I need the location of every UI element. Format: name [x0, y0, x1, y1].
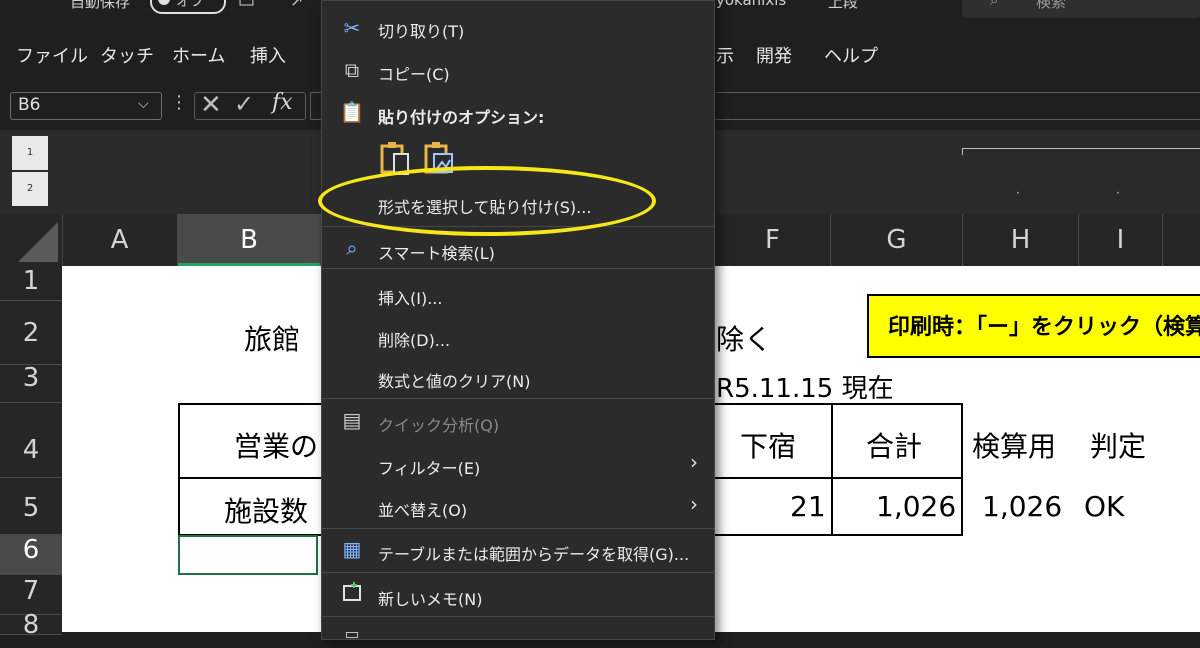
table-border [178, 477, 321, 479]
cancel-icon[interactable]: ✕ [200, 90, 222, 120]
clipboard-icon: 📋 [339, 100, 365, 124]
cell-date-note: R5.11.15 現在 [716, 374, 894, 404]
row-header-2[interactable]: 2 [0, 301, 62, 365]
outline-level-2-button[interactable]: 2 [12, 172, 48, 206]
scissors-icon: ✂ [343, 16, 361, 40]
copy-icon: ⧉ [344, 58, 360, 82]
cell-header-shimojuku: 下宿 [740, 430, 797, 463]
menu-item-clear-contents[interactable]: 数式と値のクリア(N) [378, 368, 530, 392]
row-header-8[interactable]: 8 [0, 612, 62, 638]
outline-group-line [962, 148, 1200, 149]
cell-title-right: 除く [716, 323, 773, 356]
menu-item-smart-lookup[interactable]: スマート検索(L) [378, 240, 495, 264]
table-border [961, 403, 963, 536]
chevron-right-icon: › [690, 450, 698, 474]
tab-developer[interactable]: 開発 [756, 42, 792, 68]
menu-item-cut[interactable]: 切り取り(T) [378, 18, 464, 42]
tab-help[interactable]: ヘルプ [824, 42, 878, 68]
autosave-label: 自動保存 [70, 0, 131, 11]
search-placeholder: 検索 [1036, 0, 1067, 11]
tab-touch[interactable]: タッチ [100, 42, 154, 68]
autosave-state: オフ [176, 0, 204, 10]
tab-file[interactable]: ファイル [16, 42, 88, 68]
table-icon: ▦ [342, 537, 362, 561]
quick-analysis-icon: ▤ [342, 408, 362, 432]
cell-header-judge: 判定 [1090, 430, 1147, 463]
menu-separator [322, 616, 714, 617]
more-options-icon[interactable]: ⋮ [170, 92, 188, 113]
smart-lookup-icon: ⌕ [346, 236, 358, 260]
menu-item-sort[interactable]: 並べ替え(O) [378, 497, 467, 521]
check-icon[interactable]: ✓ [234, 90, 254, 118]
cell-judge-value: OK [1084, 490, 1125, 523]
cell-total-value: 1,026 [876, 490, 957, 523]
cell-header-total: 合計 [866, 430, 923, 463]
row-header-7[interactable]: 7 [0, 575, 62, 615]
cell-title-left: 旅館 [244, 323, 301, 356]
highlight-ellipse [318, 166, 656, 236]
table-border [178, 403, 180, 536]
column-header-b[interactable]: B [178, 214, 321, 266]
selected-cell-b6[interactable] [178, 535, 318, 575]
chevron-right-icon: › [690, 492, 698, 516]
select-all-corner[interactable] [0, 214, 63, 266]
filename: yokanixls [716, 0, 787, 9]
tab-insert[interactable]: 挿入 [250, 42, 286, 68]
menu-item-delete[interactable]: 削除(D)... [378, 327, 450, 351]
outline-dot: · [1016, 186, 1020, 200]
outline-level-1-button[interactable]: 1 [12, 136, 48, 170]
save-icon[interactable]: ▭ [238, 0, 255, 12]
menu-separator [322, 398, 714, 399]
menu-separator [322, 528, 714, 529]
name-box-value: B6 [18, 95, 41, 115]
row-header-3[interactable]: 3 [0, 365, 62, 403]
row-header-6[interactable]: 6 [0, 535, 62, 575]
saved-status: 上段 [828, 0, 859, 11]
table-border [715, 534, 963, 536]
cell-shimojuku-value: 21 [790, 490, 826, 523]
corner-triangle-icon [18, 222, 58, 262]
menu-item-copy[interactable]: コピー(C) [378, 61, 450, 85]
menu-item-get-data[interactable]: テーブルまたは範囲からデータを取得(G)... [378, 541, 689, 565]
cell-check-value: 1,026 [982, 490, 1063, 523]
outline-group-tick [962, 148, 963, 155]
column-header-a[interactable]: A [62, 214, 178, 266]
column-header-i[interactable]: I [1079, 214, 1163, 266]
column-header-h[interactable]: H [963, 214, 1079, 266]
outline-dot: · [1116, 186, 1120, 200]
menu-item-quick-analysis: クイック分析(Q) [378, 416, 500, 435]
menu-item-filter[interactable]: フィルター(E) [378, 455, 480, 479]
chevron-down-icon[interactable]: ⌵ [138, 96, 149, 112]
cell-header-left: 営業の [234, 430, 319, 463]
cell-header-check: 検算用 [972, 430, 1057, 463]
table-border [715, 477, 963, 479]
cell-facility-count-label: 施設数 [224, 495, 309, 528]
paste-options-label: 貼り付けのオプション: [378, 108, 545, 127]
menu-item-insert[interactable]: 挿入(I)... [378, 285, 442, 309]
row-header-4[interactable]: 4 [0, 403, 62, 478]
tab-home[interactable]: ホーム [172, 42, 225, 68]
menu-item-new-note[interactable]: 新しいメモ(N) [378, 586, 482, 610]
column-header-f[interactable]: F [715, 214, 831, 266]
menu-separator [322, 268, 714, 269]
column-header-g[interactable]: G [831, 214, 963, 266]
table-border [831, 403, 833, 536]
undo-arrow-icon[interactable]: ↗ [290, 0, 303, 10]
menu-separator [322, 572, 714, 573]
table-border [178, 403, 321, 405]
row-header-1[interactable]: 1 [0, 266, 62, 301]
new-note-icon [338, 580, 366, 608]
print-note-text: 印刷時：「ー」をクリック（検算 [888, 315, 1200, 340]
tab-view[interactable]: 示 [716, 42, 734, 68]
row-header-5[interactable]: 5 [0, 478, 62, 535]
function-icon[interactable]: fx [272, 90, 293, 115]
search-icon: ⌕ [990, 0, 999, 9]
comment-icon: ▭ [344, 624, 360, 643]
